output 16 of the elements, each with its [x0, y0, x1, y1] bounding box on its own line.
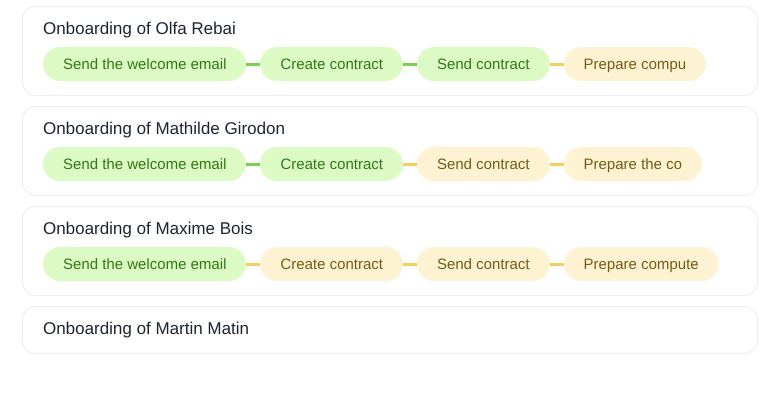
- step-pill: Prepare the co: [564, 147, 702, 181]
- step-pill: Send contract: [416, 47, 550, 81]
- step-pill: Prepare compute: [564, 247, 719, 281]
- step-pill: Send the welcome email: [43, 147, 246, 181]
- step-pill: Prepare compu: [564, 47, 706, 81]
- step-pill: Send the welcome email: [43, 247, 246, 281]
- step-pill: Send the welcome email: [43, 47, 246, 81]
- step-pill: Send contract: [416, 247, 550, 281]
- card-title: Onboarding of Maxime Bois: [43, 219, 253, 239]
- card-title: Onboarding of Olfa Rebai: [43, 19, 236, 39]
- card-title: Onboarding of Mathilde Girodon: [43, 119, 285, 139]
- card-title: Onboarding of Martin Matin: [43, 319, 249, 339]
- step-pill: Create contract: [260, 47, 403, 81]
- step-pill: Create contract: [260, 147, 403, 181]
- step-pill: Create contract: [260, 247, 403, 281]
- step-pill: Send contract: [416, 147, 550, 181]
